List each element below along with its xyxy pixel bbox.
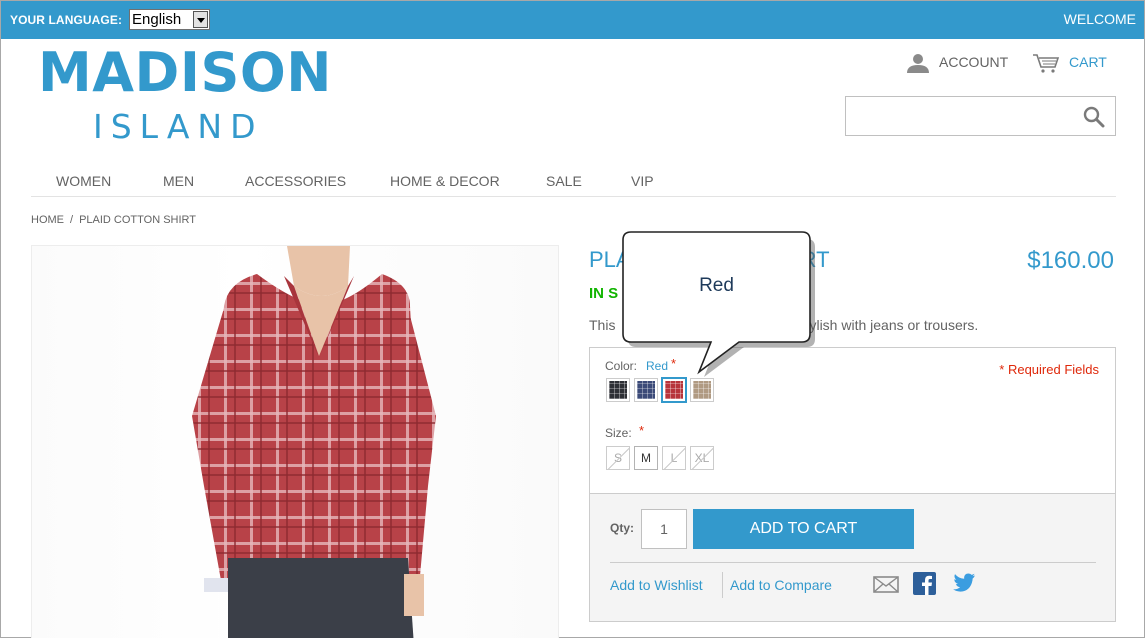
swatch-blue[interactable]: [634, 378, 658, 402]
facebook-icon[interactable]: [913, 572, 936, 595]
language-select[interactable]: English: [129, 9, 210, 30]
product-description-start: This: [589, 317, 616, 333]
nav-item-women[interactable]: WOMEN: [56, 173, 111, 189]
add-to-cart-button[interactable]: ADD TO CART: [693, 509, 914, 549]
language-label: YOUR LANGUAGE:: [10, 13, 123, 27]
swatch-fill: [693, 381, 711, 399]
breadcrumb-separator: /: [70, 214, 74, 226]
add-to-cart-box: Qty: 1 ADD TO CART Add to Wishlist Add t…: [589, 493, 1116, 622]
swatch-fill: [609, 381, 627, 399]
required-fields-note: * Required Fields: [999, 362, 1099, 377]
logo-title[interactable]: MADISON: [38, 41, 332, 105]
size-option-m[interactable]: M: [634, 446, 658, 470]
speech-bubble-shape: [622, 231, 815, 377]
swatch-khaki[interactable]: [690, 378, 714, 402]
nav-item-men[interactable]: MEN: [163, 173, 194, 189]
chevron-down-icon[interactable]: [193, 11, 208, 28]
product-description-end: ylish with jeans or trousers.: [809, 317, 979, 333]
size-option-l[interactable]: L: [662, 446, 686, 470]
search-input[interactable]: [845, 96, 1116, 136]
color-tooltip: Red: [621, 231, 815, 377]
cart-label: CART: [1069, 54, 1107, 70]
stock-status: IN S: [589, 285, 619, 302]
search-icon[interactable]: [1083, 106, 1105, 128]
welcome-message: WELCOME: [1063, 11, 1136, 27]
divider: [722, 572, 723, 598]
nav-item-accessories[interactable]: ACCESSORIES: [245, 173, 346, 189]
size-option-s[interactable]: S: [606, 446, 630, 470]
swatch-fill: [637, 381, 655, 399]
add-to-compare-link[interactable]: Add to Compare: [730, 577, 832, 593]
qty-label: Qty:: [610, 521, 634, 535]
divider: [610, 562, 1096, 563]
cart-icon: [1033, 54, 1060, 73]
email-icon[interactable]: [873, 574, 899, 594]
top-bar: YOUR LANGUAGE: English WELCOME: [1, 1, 1144, 39]
account-label: ACCOUNT: [939, 54, 1009, 70]
swatch-red[interactable]: [662, 378, 686, 402]
nav-item-vip[interactable]: VIP: [631, 173, 654, 189]
product-photo-shirt: [192, 246, 436, 638]
qty-input[interactable]: 1: [641, 509, 687, 549]
logo-subtitle[interactable]: ISLAND: [93, 107, 264, 147]
language-select-value: English: [132, 11, 182, 28]
swatch-fill: [665, 381, 683, 399]
nav-item-home-decor[interactable]: HOME & DECOR: [390, 173, 500, 189]
tooltip-text: Red: [699, 275, 734, 296]
size-label: Size:: [605, 426, 632, 440]
breadcrumb: HOME / PLAID COTTON SHIRT: [31, 214, 196, 226]
nav-item-sale[interactable]: SALE: [546, 173, 582, 189]
breadcrumb-home[interactable]: HOME: [31, 214, 64, 226]
person-icon: [907, 54, 929, 73]
twitter-icon[interactable]: [952, 573, 976, 593]
swatch-charcoal[interactable]: [606, 378, 630, 402]
size-option-xl[interactable]: XL: [690, 446, 714, 470]
add-to-wishlist-link[interactable]: Add to Wishlist: [610, 577, 703, 593]
size-required-star: *: [639, 423, 645, 438]
breadcrumb-current: PLAID COTTON SHIRT: [79, 214, 197, 226]
product-price: $160.00: [1027, 247, 1114, 274]
product-image[interactable]: [31, 245, 559, 638]
main-nav: WOMEN MEN ACCESSORIES HOME & DECOR SALE …: [31, 171, 1116, 197]
